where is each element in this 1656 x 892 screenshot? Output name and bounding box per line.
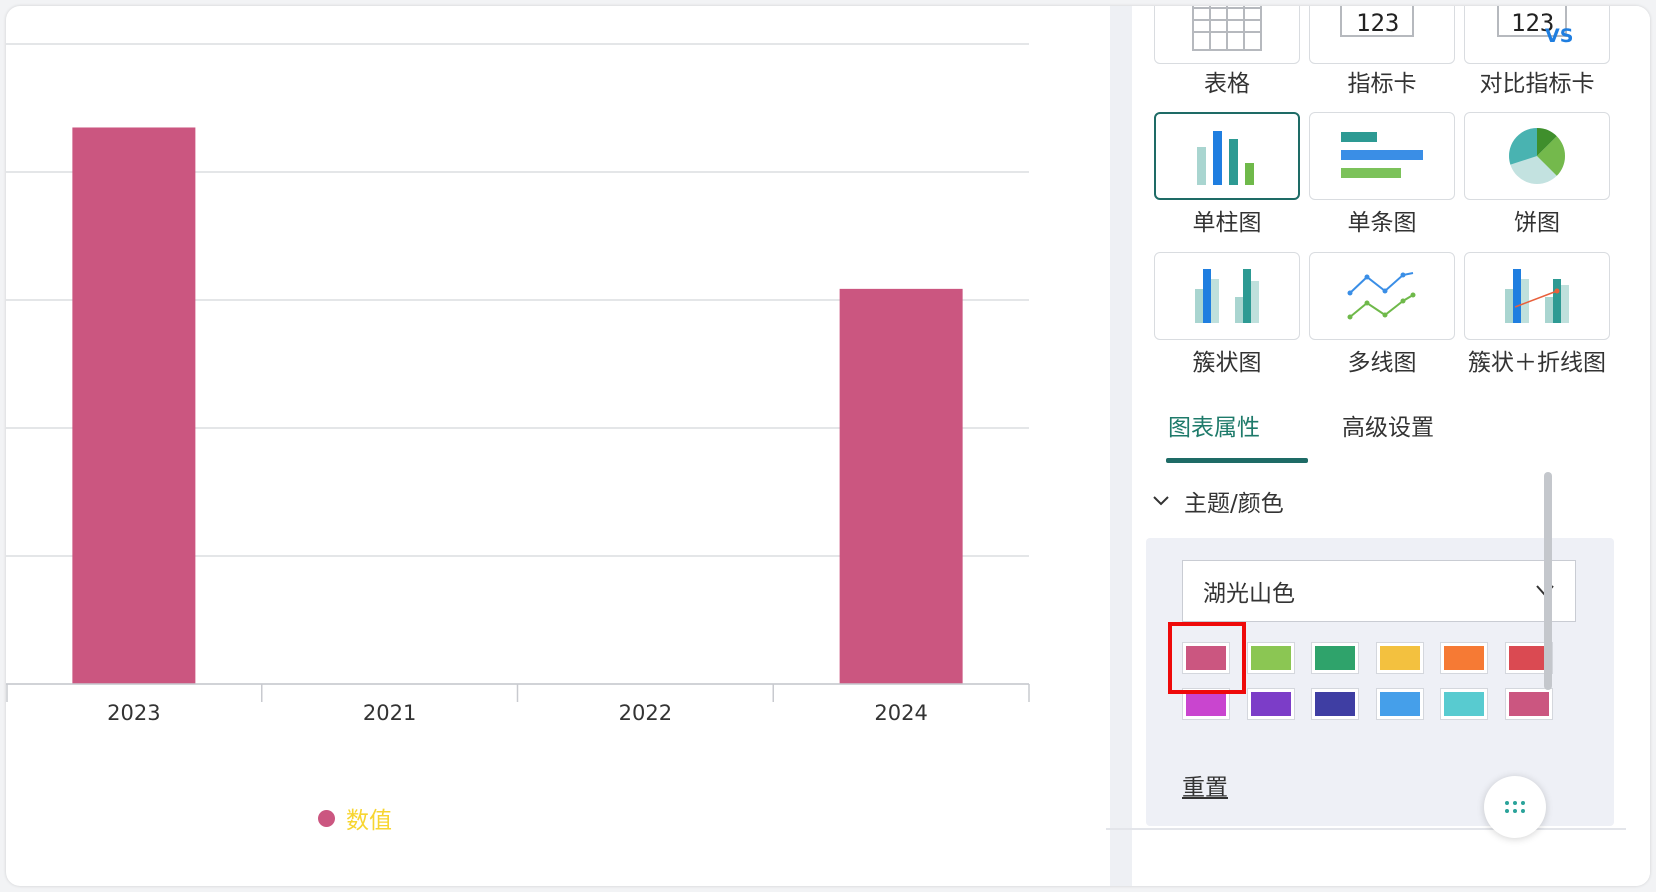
tab-chart-properties[interactable]: 图表属性 [1168,404,1260,452]
x-axis-label: 2021 [363,701,416,725]
color-swatch[interactable] [1311,688,1359,720]
pie-chart-icon [1509,128,1566,184]
chart-type-label: 指标卡 [1347,71,1417,97]
color-swatch[interactable] [1440,642,1488,674]
table-icon [1192,6,1262,51]
swatch-fill [1379,646,1420,670]
swatch-fill [1508,646,1549,670]
app-window: 2023 2021 2022 2024 数值 表格 123 指标卡 123 VS… [6,6,1650,886]
combo-chart-icon [1505,269,1569,323]
panel-divider [1110,6,1132,886]
x-axis-label: 2024 [874,701,927,725]
chart-type-label: 表格 [1204,71,1250,97]
reset-link[interactable]: 重置 [1182,768,1228,802]
bar-2023[interactable] [72,127,196,684]
chart-canvas: 2023 2021 2022 2024 数值 [6,6,1110,886]
swatch-fill [1379,692,1420,716]
chart-type-label: 单条图 [1347,210,1417,236]
swatch-fill [1186,692,1226,716]
chart-type-compare-kpi[interactable]: 123 VS [1464,6,1610,64]
chart-type-combo[interactable] [1464,252,1610,340]
chart-type-kpi-card[interactable]: 123 [1309,6,1455,64]
chart-type-single-strip[interactable] [1309,112,1455,200]
x-axis-label: 2023 [107,701,160,725]
grid-dots-icon [1505,801,1525,813]
chart-type-label: 对比指标卡 [1479,71,1595,97]
chart-type-multi-line[interactable] [1309,252,1455,340]
theme-section-header[interactable]: 主题/颜色 [1152,484,1284,518]
chart-type-label: 单柱图 [1192,210,1262,236]
color-swatch[interactable] [1375,642,1424,674]
bar-2024[interactable] [839,288,963,684]
chart-legend[interactable]: 数值 [318,803,392,834]
swatch-fill [1315,646,1355,670]
active-tab-indicator [1166,458,1308,463]
color-swatch[interactable] [1311,642,1359,674]
chart-type-clustered[interactable] [1154,252,1300,340]
vs-badge: VS [1545,25,1574,47]
swatch-fill [1250,692,1291,716]
tab-advanced-settings[interactable]: 高级设置 [1342,404,1434,452]
chart-type-label: 多线图 [1347,350,1417,376]
legend-label: 数值 [346,808,392,834]
swatch-fill [1444,646,1484,670]
chart-type-label: 簇状图 [1192,350,1262,376]
chart-type-single-bar[interactable] [1154,112,1300,200]
floating-menu-button[interactable] [1484,776,1546,838]
color-swatch[interactable] [1246,642,1295,674]
chart-type-label: 饼图 [1514,210,1560,236]
clustered-bar-icon [1195,269,1259,323]
panel-scrollbar[interactable] [1544,472,1552,690]
legend-color-dot [318,809,335,827]
kpi-number: 123 [1356,9,1400,37]
swatch-fill [1250,646,1291,670]
chart-type-pie[interactable] [1464,112,1610,200]
x-axis-label: 2022 [619,701,672,725]
swatch-fill [1315,692,1355,716]
chart-type-label: 簇状＋折线图 [1468,350,1606,376]
horizontal-bar-icon [1341,132,1423,178]
swatch-fill [1444,692,1484,716]
chart-config-panel: 表格 123 指标卡 123 VS 对比指标卡 单柱图 单条图 饼图 簇状图 多… [1106,6,1650,886]
selection-highlight [1168,622,1246,694]
theme-select-value: 湖光山色 [1203,581,1295,607]
color-swatch[interactable] [1504,688,1553,720]
color-swatch[interactable] [1246,688,1295,720]
color-swatch[interactable] [1375,688,1424,720]
bar-chart-icon [1197,131,1254,185]
color-swatch[interactable] [1440,688,1488,720]
bar-chart: 2023 2021 2022 2024 [6,43,1030,725]
theme-section-title: 主题/颜色 [1184,491,1284,517]
swatch-fill [1508,692,1549,716]
section-divider [1106,828,1626,830]
chevron-down-icon [1153,496,1169,506]
chart-type-table[interactable] [1154,6,1300,64]
theme-select[interactable]: 湖光山色 [1182,560,1576,622]
multi-line-icon [1347,272,1416,320]
